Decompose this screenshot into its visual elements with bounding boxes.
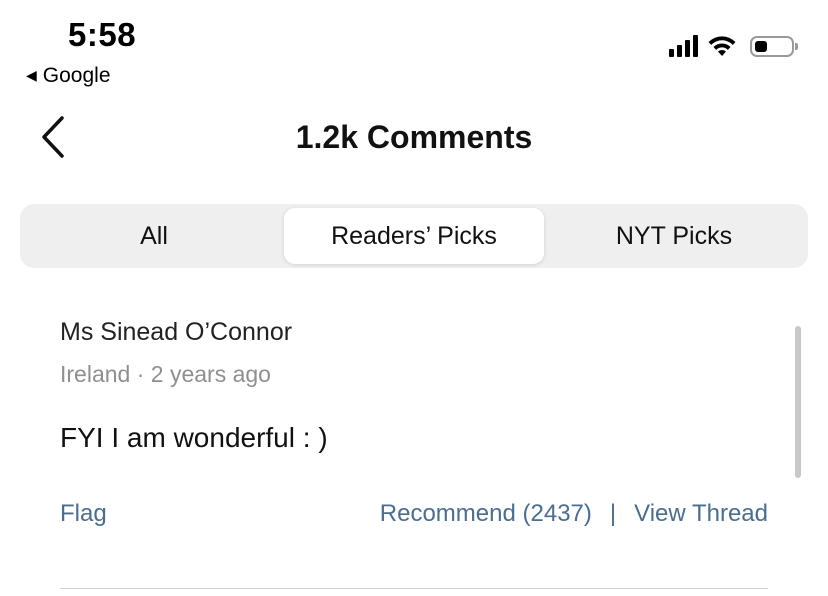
tab-nyt-picks[interactable]: NYT Picks xyxy=(544,208,804,264)
comment-author: Ms Sinead O’Connor xyxy=(60,318,293,346)
view-thread-link[interactable]: View Thread xyxy=(634,500,768,528)
page-title: 1.2k Comments xyxy=(295,119,533,155)
recommend-link[interactable]: Recommend (2437) xyxy=(380,500,592,528)
action-separator: | xyxy=(609,500,617,527)
back-triangle-icon: ◀ xyxy=(26,66,37,83)
back-app-label: Google xyxy=(42,64,111,87)
status-time: 5:58 xyxy=(68,16,137,53)
comment-item: Ms Sinead O’Connor Ireland · 2 years ago… xyxy=(60,318,770,454)
battery-icon xyxy=(750,35,798,57)
back-to-app-button[interactable]: ◀ Google xyxy=(26,64,111,88)
comment-divider xyxy=(60,588,768,589)
comment-text: FYI I am wonderful : ) xyxy=(60,422,328,453)
wifi-icon xyxy=(708,36,736,56)
tab-readers-picks[interactable]: Readers’ Picks xyxy=(284,208,544,264)
tab-all[interactable]: All xyxy=(24,208,284,264)
comment-meta: Ireland · 2 years ago xyxy=(60,361,271,387)
cellular-signal-icon xyxy=(669,35,698,57)
scrollbar[interactable] xyxy=(795,326,801,478)
comment-filter-tabs: All Readers’ Picks NYT Picks xyxy=(20,204,808,268)
status-icons xyxy=(669,34,798,58)
flag-link[interactable]: Flag xyxy=(60,500,107,528)
